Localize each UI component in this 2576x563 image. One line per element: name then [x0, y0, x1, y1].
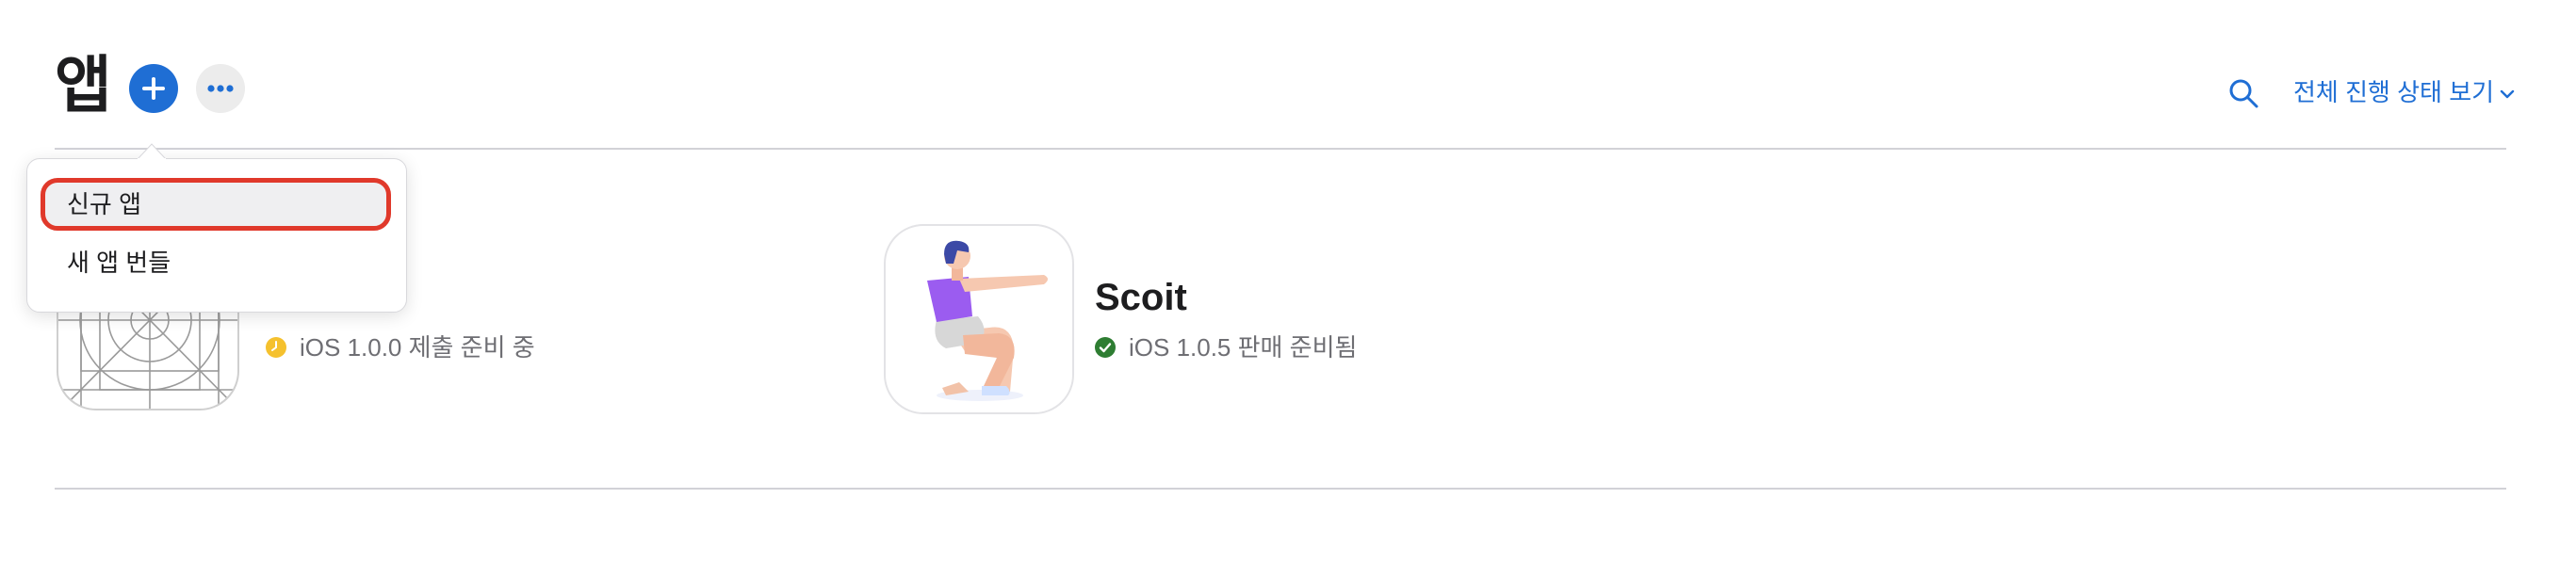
chevron-down-icon — [2500, 89, 2515, 99]
menu-item-new-app-bundle[interactable]: 새 앱 번들 — [41, 236, 391, 289]
search-icon[interactable] — [2227, 77, 2259, 109]
ellipsis-icon — [207, 85, 234, 92]
view-all-status-link[interactable]: 전체 진행 상태 보기 — [2293, 75, 2515, 109]
app-status: iOS 1.0.5 판매 준비됨 — [1095, 331, 1357, 363]
app-status: iOS 1.0.0 제출 준비 중 — [266, 331, 535, 363]
checkmark-icon — [1095, 337, 1116, 358]
menu-item-new-app[interactable]: 신규 앱 — [41, 178, 391, 231]
page-title: 앱 — [55, 50, 112, 120]
view-all-status-label: 전체 진행 상태 보기 — [2293, 78, 2495, 106]
more-options-button[interactable] — [196, 64, 245, 113]
footer-divider — [55, 488, 2506, 490]
scoit-app-icon[interactable] — [884, 224, 1074, 414]
add-app-button[interactable] — [129, 64, 178, 113]
add-menu-popover: 신규 앱 새 앱 번들 — [26, 158, 407, 313]
squat-figure-icon — [927, 240, 1048, 401]
plus-circle-icon — [142, 77, 165, 100]
popover-arrow — [138, 143, 166, 161]
app-status-text: iOS 1.0.0 제출 준비 중 — [300, 333, 535, 362]
header-divider — [55, 148, 2506, 150]
clock-icon — [266, 337, 286, 358]
app-status-text: iOS 1.0.5 판매 준비됨 — [1129, 333, 1358, 362]
app-name[interactable]: Scoit — [1095, 275, 1187, 320]
